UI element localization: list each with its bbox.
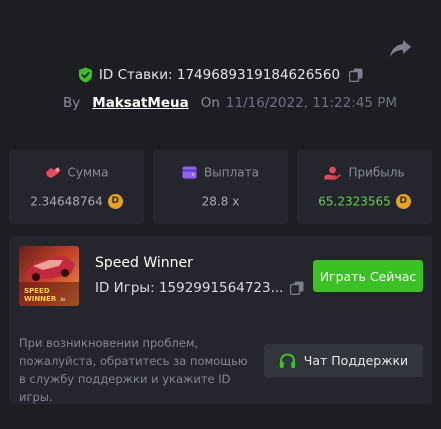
thumbnail-text-speed: SPEED [24, 287, 50, 295]
bet-author-row: By MaksatMeua On 11/16/2022, 11:22:45 PM [63, 95, 397, 111]
stat-payout-label: Выплата [204, 165, 259, 180]
username-link[interactable]: MaksatMeua [92, 95, 188, 111]
coin-icon: D [395, 194, 411, 209]
support-help-text: При возникновении проблем, пожалуйста, о… [19, 336, 248, 404]
game-id-label: ID Игры: [95, 280, 155, 296]
play-now-button[interactable]: Играть Сейчас [313, 260, 423, 292]
wallet-icon [182, 166, 197, 179]
profit-hand-icon [324, 166, 342, 179]
by-label: By [63, 95, 81, 111]
stat-amount-header: Сумма [9, 165, 144, 180]
stat-amount: Сумма 2.34648764 D [9, 150, 144, 224]
money-bag-icon [45, 166, 60, 178]
stat-profit-value: 65.2323565 [318, 194, 391, 209]
stat-amount-value-row: 2.34648764 D [9, 194, 144, 209]
thumbnail-text-winner: WINNER [24, 295, 57, 303]
stat-payout-value: 28.8 x [201, 194, 240, 209]
bet-id-label: ID Ставки: [98, 67, 173, 83]
game-id-value: 1592991564723... [158, 280, 284, 296]
share-icon[interactable] [389, 38, 413, 60]
game-id-row: ID Игры: 1592991564723... [95, 280, 304, 296]
bet-details-panel: ID Ставки: 1749689319184626560 By MaksatM… [0, 0, 441, 429]
bet-datetime: 11/16/2022, 11:22:45 PM [225, 95, 397, 111]
support-chat-button[interactable]: Чат Поддержки [264, 344, 423, 377]
copy-game-id-icon[interactable] [290, 281, 304, 296]
stat-amount-label: Сумма [67, 165, 109, 180]
on-label: On [200, 95, 220, 111]
copy-bet-id-icon[interactable] [348, 68, 363, 83]
stat-payout-value-row: 28.8 x [153, 194, 288, 209]
stat-amount-value: 2.34648764 [30, 194, 103, 209]
coin-icon: D [107, 194, 123, 209]
support-chat-label: Чат Поддержки [303, 353, 409, 369]
game-thumbnail[interactable]: SPEED WINNER .io [19, 246, 79, 306]
stat-payout-header: Выплата [153, 165, 288, 180]
bet-id-row: ID Ставки: 1749689319184626560 [0, 67, 441, 83]
stat-profit-value-row: 65.2323565 D [297, 194, 432, 209]
headset-icon [279, 353, 295, 368]
stat-profit: Прибыль 65.2323565 D [297, 150, 432, 224]
stat-profit-label: Прибыль [348, 165, 405, 180]
stat-profit-header: Прибыль [297, 165, 432, 180]
bet-id-value: 1749689319184626560 [176, 67, 341, 83]
game-card: SPEED WINNER .io Speed Winner ID Игры: 1… [9, 236, 432, 404]
stat-payout: Выплата 28.8 x [153, 150, 288, 224]
game-title: Speed Winner [95, 255, 193, 271]
thumbnail-text-io: .io [59, 297, 65, 303]
shield-check-icon [78, 67, 93, 83]
